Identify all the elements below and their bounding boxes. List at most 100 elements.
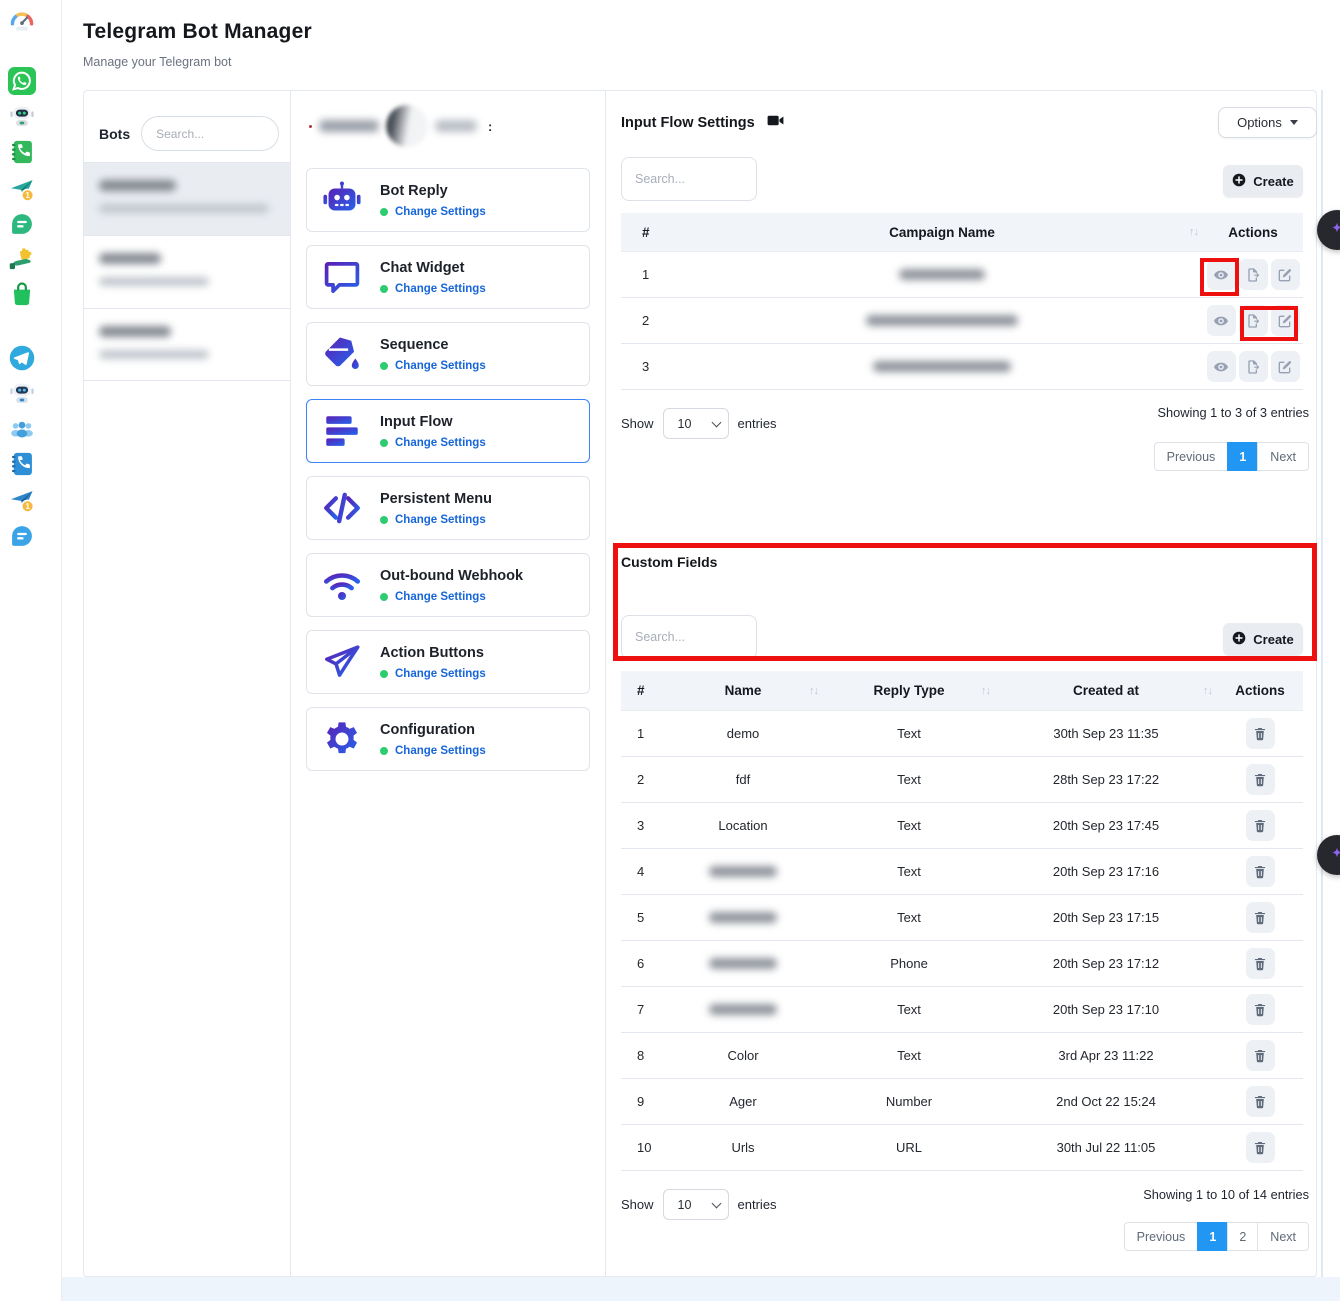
delete-button[interactable] xyxy=(1246,718,1275,749)
change-settings-link[interactable]: Change Settings xyxy=(395,360,486,372)
view-button[interactable] xyxy=(1207,351,1236,382)
contact-book-icon[interactable] xyxy=(8,138,36,166)
campaign-name-cell xyxy=(681,315,1203,326)
delete-button[interactable] xyxy=(1246,902,1275,933)
settings-card-configuration[interactable]: ConfigurationChange Settings xyxy=(306,707,590,771)
change-settings-link[interactable]: Change Settings xyxy=(395,514,486,526)
change-settings-link[interactable]: Change Settings xyxy=(395,591,486,603)
next-page-button[interactable]: Next xyxy=(1257,442,1309,471)
row-actions xyxy=(1203,259,1303,290)
bot-list-item[interactable] xyxy=(84,235,290,308)
bots-search-input[interactable] xyxy=(141,116,279,151)
delete-button[interactable] xyxy=(1246,810,1275,841)
delete-button[interactable] xyxy=(1246,764,1275,795)
column-header-name[interactable]: Name ↑↓ xyxy=(663,683,823,698)
sort-icon[interactable]: ↑↓ xyxy=(809,685,818,697)
delete-button[interactable] xyxy=(1246,1040,1275,1071)
campaign-create-button[interactable]: Create xyxy=(1223,165,1303,197)
delete-button[interactable] xyxy=(1246,948,1275,979)
change-settings-link[interactable]: Change Settings xyxy=(395,437,486,449)
settings-card-input-flow[interactable]: Input FlowChange Settings xyxy=(306,399,590,463)
change-settings-link[interactable]: Change Settings xyxy=(395,668,486,680)
bot-list-item[interactable] xyxy=(84,162,290,235)
edit-button[interactable] xyxy=(1271,351,1300,382)
page-subtitle: Manage your Telegram bot xyxy=(83,55,312,69)
integrations-icon[interactable] xyxy=(8,244,36,272)
export-button[interactable] xyxy=(1239,305,1268,336)
sort-icon[interactable]: ↑↓ xyxy=(1203,685,1212,697)
custom-fields-create-button[interactable]: Create xyxy=(1223,623,1303,655)
store-icon[interactable] xyxy=(8,280,36,308)
settings-card-body: Out-bound WebhookChange Settings xyxy=(380,568,523,603)
bot-identity-dot xyxy=(309,125,312,128)
column-header-created-at[interactable]: Created at ↑↓ xyxy=(995,683,1217,698)
custom-fields-search-input[interactable] xyxy=(621,615,757,659)
change-settings-link[interactable]: Change Settings xyxy=(395,283,486,295)
settings-card-out-bound-webhook[interactable]: Out-bound WebhookChange Settings xyxy=(306,553,590,617)
table-row: 7Text20th Sep 23 17:10 xyxy=(621,987,1303,1033)
main-content: Input Flow Settings Options Create # Cam… xyxy=(606,91,1318,1276)
reply-type-cell: Phone xyxy=(823,956,995,971)
delete-button[interactable] xyxy=(1246,1086,1275,1117)
send-campaign-icon[interactable]: 1 xyxy=(8,176,36,204)
campaign-name-redacted xyxy=(873,361,1011,372)
settings-card-bot-reply[interactable]: Bot ReplyChange Settings xyxy=(306,168,590,232)
edit-button[interactable] xyxy=(1271,305,1300,336)
telegram-campaign-icon[interactable]: 1 xyxy=(8,487,36,515)
column-header-num[interactable]: # xyxy=(621,683,663,698)
settings-card-sequence[interactable]: SequenceChange Settings xyxy=(306,322,590,386)
sort-icon[interactable]: ↑↓ xyxy=(981,685,990,697)
status-dot xyxy=(380,208,388,216)
live-chat-icon[interactable] xyxy=(8,210,36,238)
field-name-cell: Color xyxy=(663,1048,823,1063)
page-button-2[interactable]: 2 xyxy=(1227,1222,1258,1251)
robot-assistant-icon[interactable] xyxy=(8,102,36,130)
telegram-bot-icon[interactable] xyxy=(8,379,36,407)
video-tutorial-icon[interactable] xyxy=(766,111,785,134)
delete-button[interactable] xyxy=(1246,856,1275,887)
view-button[interactable] xyxy=(1207,259,1236,290)
previous-page-button[interactable]: Previous xyxy=(1154,442,1229,471)
created-at-cell: 20th Sep 23 17:10 xyxy=(995,1002,1217,1017)
change-settings-row: Change Settings xyxy=(380,591,523,603)
view-button[interactable] xyxy=(1207,305,1236,336)
next-page-button[interactable]: Next xyxy=(1257,1222,1309,1251)
table-row: 9AgerNumber2nd Oct 22 15:24 xyxy=(621,1079,1303,1125)
bot-list-item[interactable] xyxy=(84,308,290,381)
column-header-campaign-name[interactable]: Campaign Name ↑↓ xyxy=(681,225,1203,240)
page-button-1[interactable]: 1 xyxy=(1197,1222,1228,1251)
column-header-reply-type[interactable]: Reply Type ↑↓ xyxy=(823,683,995,698)
page-button-1[interactable]: 1 xyxy=(1227,442,1258,471)
campaign-pagination: Previous1Next xyxy=(1154,442,1309,471)
custom-fields-page-size-select[interactable]: 10 xyxy=(663,1189,729,1220)
settings-card-persistent-menu[interactable]: Persistent MenuChange Settings xyxy=(306,476,590,540)
export-button[interactable] xyxy=(1239,259,1268,290)
change-settings-link[interactable]: Change Settings xyxy=(395,206,486,218)
input-flow-settings-title: Input Flow Settings xyxy=(621,115,755,131)
group-contacts-icon[interactable] xyxy=(8,416,36,444)
dashboard-gauge-icon[interactable] xyxy=(8,8,36,36)
table-row: 8ColorText3rd Apr 23 11:22 xyxy=(621,1033,1303,1079)
change-settings-link[interactable]: Change Settings xyxy=(395,745,486,757)
delete-button[interactable] xyxy=(1246,1132,1275,1163)
settings-card-action-buttons[interactable]: Action ButtonsChange Settings xyxy=(306,630,590,694)
previous-page-button[interactable]: Previous xyxy=(1124,1222,1199,1251)
campaign-page-size-select[interactable]: 10 xyxy=(663,408,729,439)
edit-button[interactable] xyxy=(1271,259,1300,290)
export-button[interactable] xyxy=(1239,351,1268,382)
delete-button[interactable] xyxy=(1246,994,1275,1025)
sort-icon[interactable]: ↑↓ xyxy=(1189,226,1198,238)
telegram-address-book-icon[interactable] xyxy=(8,450,36,478)
whatsapp-icon[interactable] xyxy=(8,67,36,95)
campaign-search-input[interactable] xyxy=(621,157,757,201)
settings-card-chat-widget[interactable]: Chat WidgetChange Settings xyxy=(306,245,590,309)
telegram-chat-icon[interactable] xyxy=(8,522,36,550)
row-actions xyxy=(1217,1132,1303,1163)
scrollbar-track[interactable] xyxy=(1321,90,1323,1277)
telegram-icon[interactable] xyxy=(8,344,36,372)
column-header-num[interactable]: # xyxy=(621,225,681,240)
options-button[interactable]: Options xyxy=(1218,107,1317,138)
svg-text:1: 1 xyxy=(25,191,30,200)
table-row: 3LocationText20th Sep 23 17:45 xyxy=(621,803,1303,849)
settings-card-body: Chat WidgetChange Settings xyxy=(380,260,486,295)
